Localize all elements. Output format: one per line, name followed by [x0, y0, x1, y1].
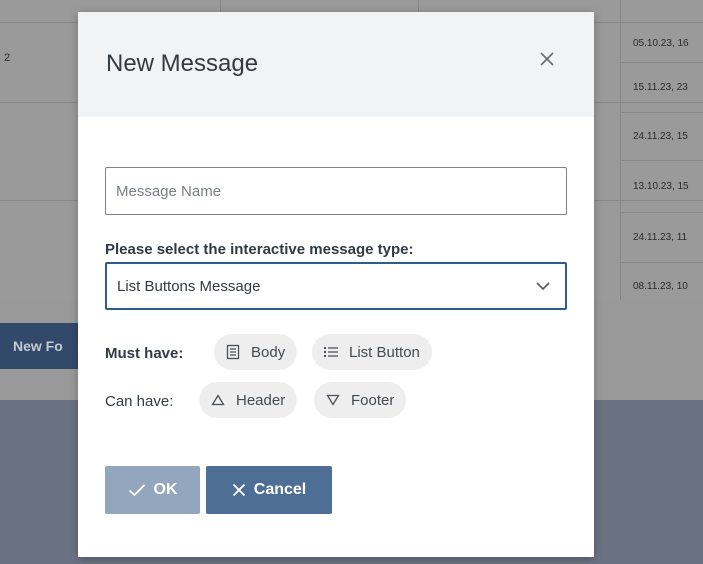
- close-icon: [540, 52, 554, 66]
- chip-label: Header: [236, 391, 286, 409]
- table-cell-date: 05.10.23, 16: [633, 38, 689, 49]
- must-have-label: Must have:: [105, 345, 184, 362]
- ok-button[interactable]: OK: [105, 466, 200, 514]
- chip-label: Body: [251, 343, 286, 361]
- dialog-title: New Message: [106, 50, 259, 77]
- chip-header: Header: [199, 382, 298, 418]
- check-icon: [128, 483, 146, 497]
- list-icon: [322, 343, 340, 361]
- message-name-input[interactable]: [105, 167, 567, 215]
- table-row-divider: [620, 160, 703, 161]
- table-cell-date: 24.11.23, 15: [633, 131, 688, 142]
- table-row-divider: [620, 212, 703, 213]
- message-type-select[interactable]: List Buttons Message: [105, 262, 567, 310]
- table-cell-date: 15.11.23, 23: [633, 82, 688, 93]
- table-row-divider: [620, 262, 703, 263]
- document-icon: [224, 343, 242, 361]
- close-button[interactable]: [536, 48, 558, 70]
- triangle-up-icon: [209, 391, 227, 409]
- close-icon: [232, 483, 246, 497]
- chip-label: Footer: [351, 391, 395, 409]
- table-row-divider: [620, 112, 703, 113]
- new-message-dialog: New Message Please select the interactiv…: [78, 12, 594, 557]
- can-have-label: Can have:: [105, 393, 174, 410]
- chevron-down-icon: [536, 282, 550, 291]
- new-form-button: New Fo: [0, 323, 85, 369]
- message-type-label: Please select the interactive message ty…: [105, 241, 414, 258]
- dialog-header: New Message: [78, 12, 594, 117]
- triangle-down-icon: [324, 391, 342, 409]
- table-cell: 2: [4, 52, 11, 64]
- table-cell-date: 24.11.23, 11: [633, 232, 688, 243]
- cancel-button[interactable]: Cancel: [206, 466, 332, 514]
- ok-button-label: OK: [153, 481, 178, 498]
- chip-footer: Footer: [314, 382, 407, 418]
- table-cell-date: 08.11.23, 10: [633, 281, 688, 292]
- message-type-selected-value: List Buttons Message: [117, 278, 261, 295]
- cancel-button-label: Cancel: [253, 481, 307, 498]
- table-cell-date: 13.10.23, 15: [633, 181, 689, 192]
- chip-body: Body: [214, 334, 298, 370]
- table-row-divider: [620, 62, 703, 63]
- table-column-divider: [620, 0, 621, 300]
- chip-label: List Button: [349, 343, 420, 361]
- chip-list-button: List Button: [312, 334, 432, 370]
